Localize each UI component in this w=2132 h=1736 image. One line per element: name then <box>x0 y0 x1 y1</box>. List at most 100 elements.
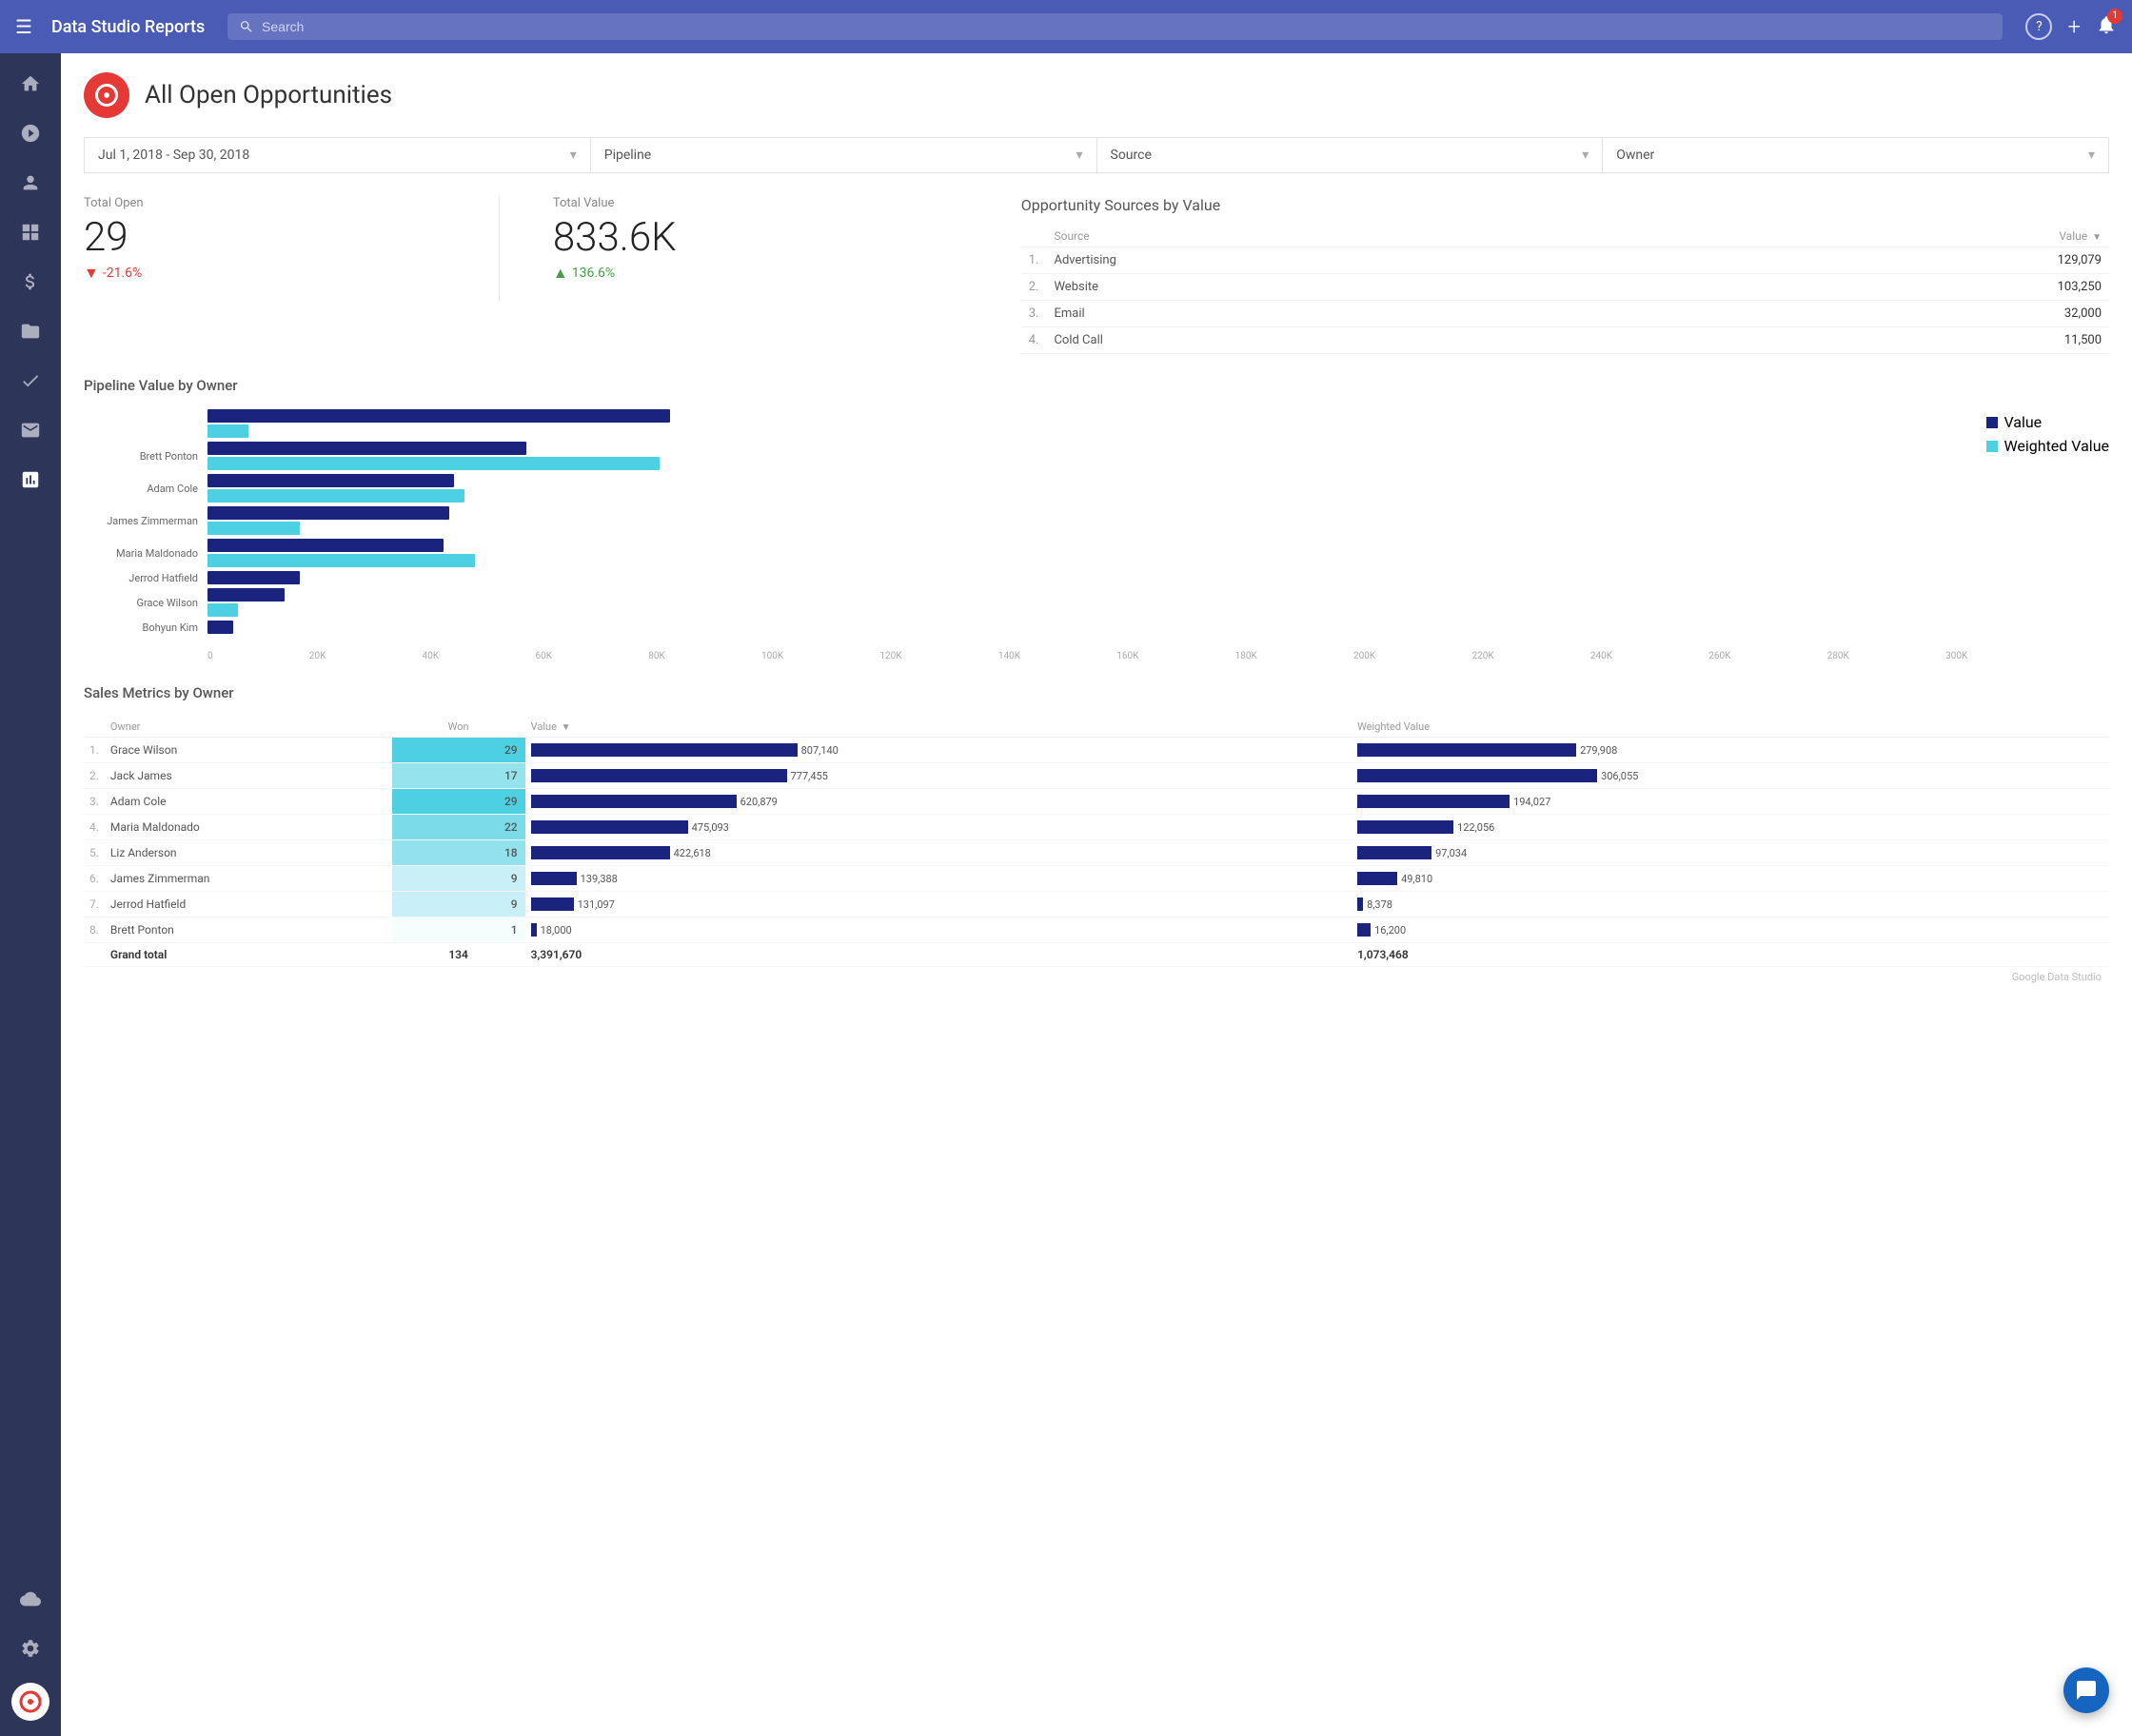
dark-bar <box>207 474 454 487</box>
menu-icon[interactable]: ☰ <box>15 15 32 38</box>
sidebar-item-contact[interactable] <box>8 160 53 206</box>
weighted-bar <box>1357 820 1453 834</box>
chart-legend: Value Weighted Value <box>1967 409 2109 455</box>
add-button[interactable]: + <box>2067 13 2081 40</box>
search-input[interactable] <box>262 19 1991 34</box>
stats-section: Total Open 29 ▼ -21.6% Total Value 833.6… <box>84 196 991 354</box>
opp-sources-title: Opportunity Sources by Value <box>1021 196 2109 214</box>
pipeline-bar-row: Maria Maldonado <box>84 539 1967 567</box>
sidebar-item-folder[interactable] <box>8 308 53 354</box>
top-section: Total Open 29 ▼ -21.6% Total Value 833.6… <box>84 196 2109 354</box>
sidebar-item-grid[interactable] <box>8 209 53 255</box>
filter-pipeline[interactable]: Pipeline ▾ <box>591 138 1097 172</box>
value-bar <box>531 898 574 911</box>
weighted-bar <box>1357 743 1576 757</box>
chevron-down-icon: ▾ <box>2088 148 2095 163</box>
google-watermark: Google Data Studio <box>84 967 2109 987</box>
source-row: 3.Email32,000 <box>1021 301 2109 327</box>
sidebar-item-check[interactable] <box>8 358 53 404</box>
sales-row: 7. Jerrod Hatfield 9 131,097 8,378 <box>84 892 2109 917</box>
weighted-bar <box>1357 872 1397 885</box>
value-bar <box>531 872 577 885</box>
col-won: Won <box>392 717 525 738</box>
grand-total-row: Grand total 134 3,391,670 1,073,468 <box>84 943 2109 967</box>
notification-button[interactable]: 1 <box>2096 14 2117 40</box>
weighted-bar <box>1357 846 1431 859</box>
pipeline-chart-section: Pipeline Value by Owner Brett Ponton Ada… <box>84 377 2109 661</box>
sidebar-item-home[interactable] <box>8 61 53 107</box>
dark-bar <box>207 506 449 520</box>
sidebar-item-cloud[interactable] <box>8 1576 53 1622</box>
filter-source[interactable]: Source ▾ <box>1097 138 1604 172</box>
bar-label: Jerrod Hatfield <box>84 572 207 584</box>
content-area: All Open Opportunities Jul 1, 2018 - Sep… <box>61 53 2132 1736</box>
sidebar-logo <box>11 1683 49 1721</box>
total-value-value: 833.6K <box>553 218 945 258</box>
weighted-bar <box>1357 898 1363 911</box>
teal-bar <box>207 424 248 438</box>
value-bar <box>531 795 737 808</box>
weighted-bar <box>1357 769 1597 782</box>
sidebar-item-reports[interactable] <box>8 457 53 503</box>
source-row: 4.Cold Call11,500 <box>1021 327 2109 354</box>
teal-bar <box>207 489 464 503</box>
sales-metrics-title: Sales Metrics by Owner <box>84 684 2109 701</box>
nav-icons: ? + 1 <box>2025 13 2117 40</box>
total-open-change: ▼ -21.6% <box>84 264 476 283</box>
stat-total-open: Total Open 29 ▼ -21.6% <box>84 196 500 302</box>
bar-label: James Zimmerman <box>84 515 207 527</box>
bar-label: Bohyun Kim <box>84 621 207 634</box>
chevron-down-icon: ▾ <box>570 148 577 163</box>
bar-label: Brett Ponton <box>84 450 207 463</box>
legend-weighted-color <box>1986 441 1998 452</box>
stat-total-value: Total Value 833.6K ▲ 136.6% <box>553 196 968 302</box>
source-row: 2.Website103,250 <box>1021 274 2109 301</box>
sales-row: 3. Adam Cole 29 620,879 194,027 <box>84 789 2109 815</box>
bar-label: Grace Wilson <box>84 597 207 609</box>
sales-row: 4. Maria Maldonado 22 475,093 122,056 <box>84 815 2109 840</box>
dark-bar <box>207 409 670 423</box>
sidebar-item-target[interactable] <box>8 110 53 156</box>
up-arrow-icon: ▲ <box>553 264 568 283</box>
sources-col-source: Source <box>1046 226 1648 247</box>
sidebar-item-settings[interactable] <box>8 1626 53 1671</box>
legend-value-label: Value <box>2004 413 2042 431</box>
pipeline-bar-row: Bohyun Kim <box>84 621 1967 634</box>
legend-value-color <box>1986 417 1998 428</box>
help-button[interactable]: ? <box>2025 13 2052 40</box>
down-arrow-icon: ▼ <box>84 264 99 283</box>
teal-bar <box>207 603 238 617</box>
filter-owner[interactable]: Owner ▾ <box>1603 138 2108 172</box>
col-weighted: Weighted Value <box>1352 717 2109 738</box>
sources-table: Source Value ▼ 1.Advertising129,0792.Web… <box>1021 226 2109 354</box>
value-bar <box>531 743 798 757</box>
notification-badge: 1 <box>2107 9 2122 24</box>
value-bar <box>531 769 787 782</box>
filter-date[interactable]: Jul 1, 2018 - Sep 30, 2018 ▾ <box>85 138 591 172</box>
value-bar <box>531 846 670 859</box>
col-value: Value ▼ <box>525 717 1352 738</box>
chat-button[interactable] <box>2063 1667 2109 1713</box>
opportunity-sources: Opportunity Sources by Value Source Valu… <box>1021 196 2109 354</box>
search-icon <box>239 19 254 34</box>
x-axis: 020K40K60K80K100K120K140K160K180K200K220… <box>84 651 1967 661</box>
weighted-bar <box>1357 795 1510 808</box>
pipeline-bar-row: Jerrod Hatfield <box>84 571 1967 584</box>
value-sort-icon[interactable]: ▼ <box>562 722 571 733</box>
sidebar-item-mail[interactable] <box>8 407 53 453</box>
sales-row: 1. Grace Wilson 29 807,140 279,908 <box>84 738 2109 763</box>
total-open-value: 29 <box>84 218 476 258</box>
sidebar-item-dollar[interactable] <box>8 259 53 305</box>
total-value-label: Total Value <box>553 196 945 210</box>
chevron-down-icon: ▾ <box>1582 148 1589 163</box>
chevron-down-icon: ▾ <box>1076 148 1082 163</box>
app-title: Data Studio Reports <box>51 17 205 37</box>
sort-icon[interactable]: ▼ <box>2092 232 2102 243</box>
value-bar <box>531 923 537 937</box>
sales-row: 2. Jack James 17 777,455 306,055 <box>84 763 2109 789</box>
page-header: All Open Opportunities <box>84 72 2109 118</box>
dark-bar <box>207 442 526 455</box>
pipeline-bar-row: Brett Ponton <box>84 442 1967 470</box>
sales-row: 5. Liz Anderson 18 422,618 97,034 <box>84 840 2109 866</box>
pipeline-chart-title: Pipeline Value by Owner <box>84 377 2109 394</box>
